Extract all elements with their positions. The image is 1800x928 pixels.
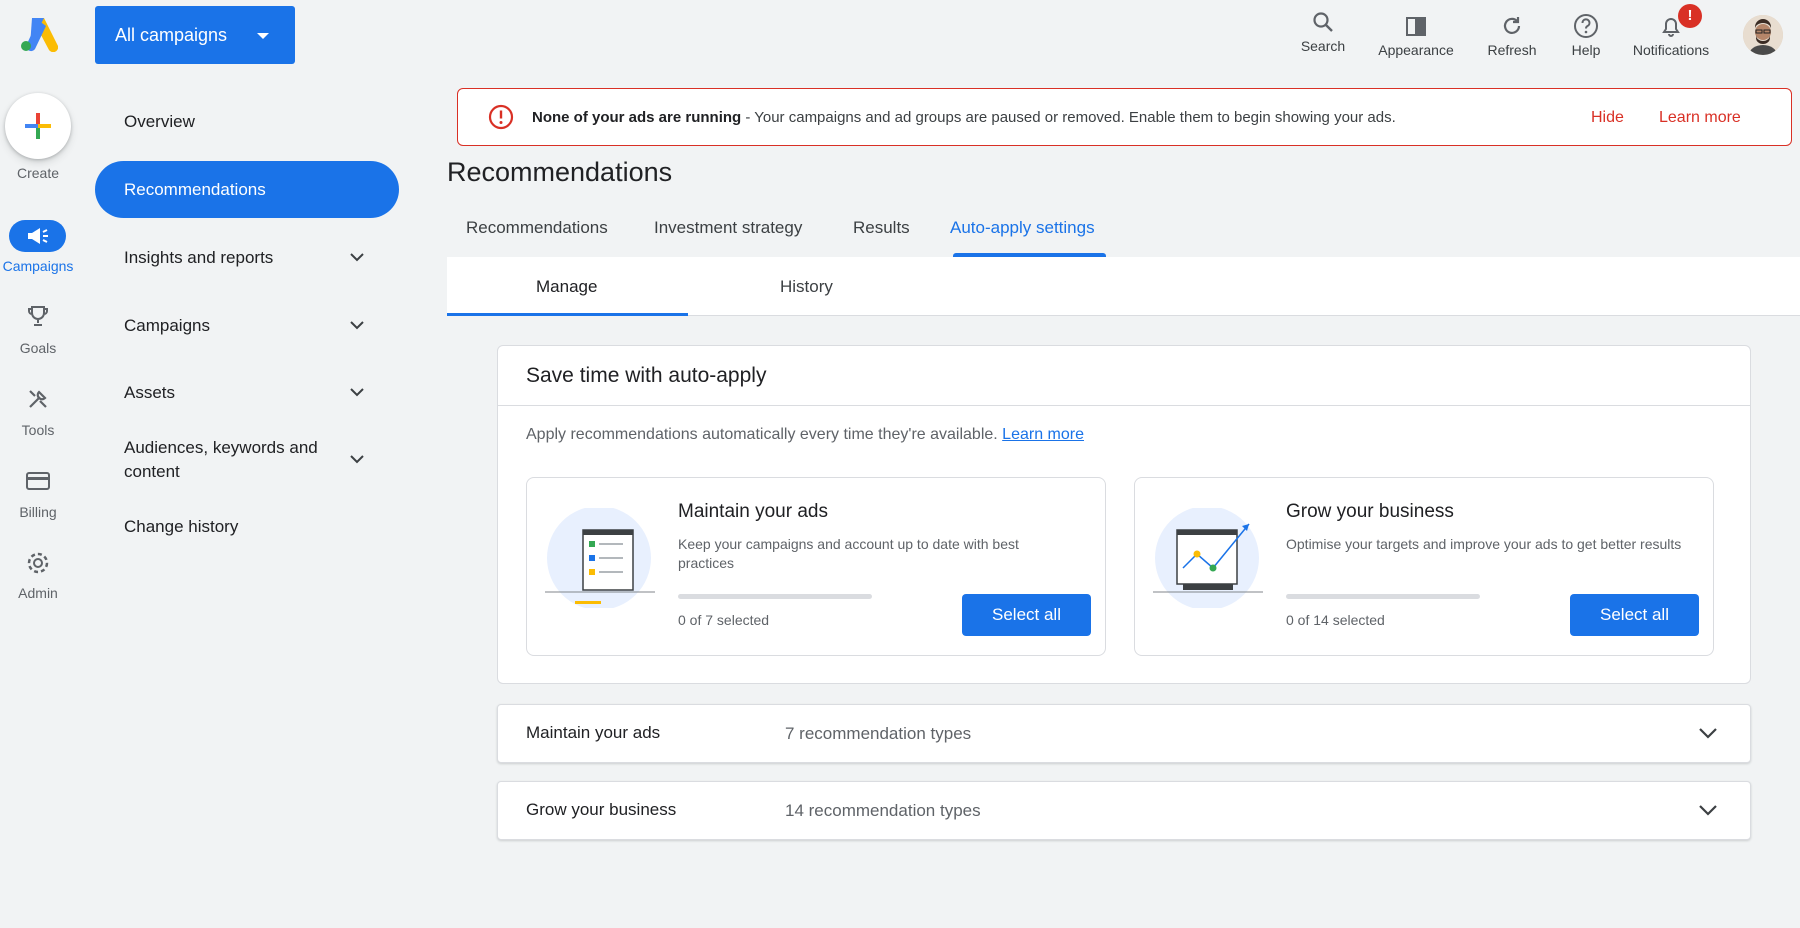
chevron-down-icon[interactable] (350, 452, 364, 466)
nav-item-overview[interactable]: Overview (124, 112, 195, 132)
gear-icon (27, 552, 49, 574)
rail-item-admin[interactable] (18, 547, 58, 579)
accordion-title: Grow your business (526, 800, 677, 819)
maintain-title: Maintain your ads (678, 501, 828, 522)
accordion-maintain-ads[interactable]: Maintain your ads 7 recommendation types (497, 704, 1751, 763)
card-desc-text: Apply recommendations automatically ever… (526, 426, 1003, 443)
tab-auto-apply-settings[interactable]: Auto-apply settings (950, 218, 1095, 238)
refresh-button[interactable]: Refresh (1482, 10, 1542, 58)
rail-label-goals[interactable]: Goals (0, 340, 76, 356)
grow-select-all-button[interactable]: Select all (1570, 594, 1699, 636)
auto-apply-card: Save time with auto-apply Apply recommen… (497, 345, 1751, 684)
card-description: Apply recommendations automatically ever… (526, 426, 1084, 444)
chevron-down-icon[interactable] (350, 318, 364, 332)
tab-recommendations[interactable]: Recommendations (466, 218, 608, 238)
alert-learn-more-link[interactable]: Learn more (1659, 109, 1741, 127)
chevron-down-icon[interactable] (1698, 725, 1718, 741)
notifications-button[interactable]: Notifications ! (1624, 4, 1718, 58)
rail-label-tools[interactable]: Tools (0, 422, 76, 438)
campaign-selector-label: All campaigns (115, 24, 228, 45)
rail-label-campaigns[interactable]: Campaigns (0, 258, 76, 274)
maintain-selected-count: 0 of 7 selected (678, 612, 770, 628)
tab-investment-strategy[interactable]: Investment strategy (654, 218, 802, 238)
notifications-label: Notifications (1632, 42, 1710, 58)
appearance-button[interactable]: Appearance (1373, 10, 1459, 58)
page-title: Recommendations (447, 157, 673, 187)
alert-hide-link[interactable]: Hide (1591, 109, 1624, 127)
nav-item-recommendations[interactable]: Recommendations (95, 161, 399, 218)
accordion-count: 7 recommendation types (785, 724, 972, 743)
grow-title: Grow your business (1286, 501, 1454, 522)
active-subtab-indicator (447, 313, 688, 316)
rail-label-admin[interactable]: Admin (0, 585, 76, 601)
nav-item-change-history[interactable]: Change history (124, 517, 238, 537)
growth-chart-illustration (1153, 508, 1263, 608)
avatar[interactable] (1743, 15, 1783, 55)
chevron-down-icon[interactable] (1698, 802, 1718, 818)
rail-item-goals[interactable] (18, 300, 58, 332)
nav-item-assets[interactable]: Assets (124, 383, 175, 403)
alert-bold: None of your ads are running (532, 108, 742, 126)
search-icon (1313, 12, 1333, 32)
rail-item-campaigns[interactable] (9, 220, 66, 252)
nav-item-audiences[interactable]: Audiences, keywords and content (124, 436, 324, 484)
alert-message: None of your ads are running - Your camp… (532, 109, 1396, 126)
chevron-down-icon[interactable] (350, 385, 364, 399)
accordion-title: Maintain your ads (526, 723, 661, 742)
alert-text: - Your campaigns and ad groups are pause… (741, 108, 1396, 126)
refresh-icon (1503, 17, 1521, 34)
search-button[interactable]: Search (1298, 6, 1348, 54)
google-ads-logo[interactable] (18, 16, 59, 53)
maintain-desc: Keep your campaigns and account up to da… (678, 536, 1019, 571)
nav-item-insights[interactable]: Insights and reports (124, 248, 273, 268)
search-label: Search (1300, 38, 1346, 54)
grow-progress-bar (1286, 594, 1480, 599)
rail-item-billing[interactable] (18, 465, 58, 497)
refresh-label: Refresh (1487, 42, 1537, 58)
notification-badge: ! (1678, 4, 1702, 28)
card-learn-more-link[interactable]: Learn more (1002, 426, 1084, 443)
create-label: Create (16, 165, 60, 181)
nav-item-campaigns[interactable]: Campaigns (124, 316, 210, 336)
maintain-select-all-button[interactable]: Select all (962, 594, 1091, 636)
plus-icon (25, 113, 51, 139)
appearance-icon (1406, 17, 1426, 36)
checklist-illustration (545, 508, 655, 608)
rail-label-billing[interactable]: Billing (0, 504, 76, 520)
maintain-ads-card: Maintain your ads Keep your campaigns an… (526, 477, 1106, 656)
help-icon (1574, 14, 1598, 38)
grow-desc: Optimise your targets and improve your a… (1286, 536, 1682, 552)
subtab-manage[interactable]: Manage (536, 277, 597, 297)
chevron-down-icon[interactable] (350, 250, 364, 264)
accordion-grow-business[interactable]: Grow your business 14 recommendation typ… (497, 781, 1751, 840)
nav-item-label: Recommendations (124, 179, 266, 199)
help-button[interactable]: Help (1566, 10, 1606, 58)
subtab-history[interactable]: History (780, 277, 833, 297)
tools-icon (29, 390, 47, 408)
rail-item-tools[interactable] (18, 383, 58, 415)
accordion-count: 14 recommendation types (785, 801, 981, 820)
tab-results[interactable]: Results (853, 218, 910, 238)
credit-card-icon (26, 472, 50, 490)
maintain-progress-bar (678, 594, 872, 599)
appearance-label: Appearance (1378, 42, 1454, 58)
alert-banner: None of your ads are running - Your camp… (457, 88, 1792, 146)
grow-selected-count: 0 of 14 selected (1286, 612, 1385, 628)
divider (498, 405, 1750, 406)
create-button[interactable] (5, 93, 71, 159)
caret-down-icon (257, 33, 269, 39)
campaigns-icon (27, 228, 48, 244)
card-title: Save time with auto-apply (526, 364, 767, 387)
error-icon (488, 104, 514, 130)
campaign-selector-dropdown[interactable]: All campaigns (95, 6, 295, 64)
subtab-bar: Manage History (447, 257, 1800, 316)
trophy-icon (28, 306, 48, 326)
grow-business-card: Grow your business Optimise your targets… (1134, 477, 1714, 656)
help-label: Help (1571, 42, 1601, 58)
